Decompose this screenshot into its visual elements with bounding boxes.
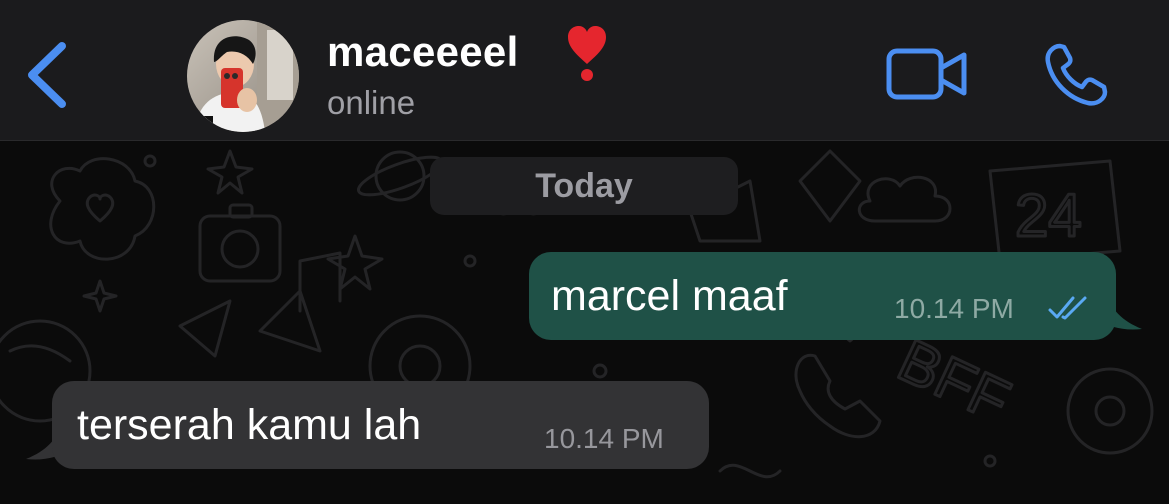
date-separator: Today bbox=[430, 157, 738, 215]
contact-name[interactable]: maceeeel bbox=[327, 28, 519, 76]
avatar[interactable] bbox=[187, 20, 299, 132]
chat-header: maceeeel online bbox=[0, 0, 1169, 141]
svg-text:24: 24 bbox=[1015, 182, 1082, 249]
phone-icon bbox=[1045, 43, 1108, 106]
incoming-message[interactable]: terserah kamu lah 10.14 PM bbox=[52, 381, 709, 469]
heart-exclamation-icon bbox=[568, 26, 606, 81]
chevron-left-icon bbox=[28, 42, 66, 108]
back-button[interactable] bbox=[22, 38, 76, 112]
video-camera-icon bbox=[886, 48, 967, 100]
message-list[interactable]: 24 BFF Today marcel maaf 10.14 PM terser… bbox=[0, 141, 1169, 504]
message-text: terserah kamu lah bbox=[77, 401, 422, 449]
contact-status: online bbox=[327, 84, 416, 121]
chat-screen: maceeeel online 24 BFF Today marcel maaf… bbox=[0, 0, 1169, 504]
message-time: 10.14 PM bbox=[894, 293, 1014, 324]
svg-text:BFF: BFF bbox=[889, 326, 1020, 435]
message-text: marcel maaf bbox=[551, 272, 788, 320]
avatar-photo bbox=[187, 20, 299, 132]
video-call-button[interactable] bbox=[884, 44, 970, 104]
outgoing-message[interactable]: marcel maaf 10.14 PM bbox=[529, 252, 1116, 340]
double-check-read-icon bbox=[1048, 296, 1087, 320]
message-time: 10.14 PM bbox=[544, 423, 664, 454]
voice-call-button[interactable] bbox=[1040, 40, 1112, 110]
